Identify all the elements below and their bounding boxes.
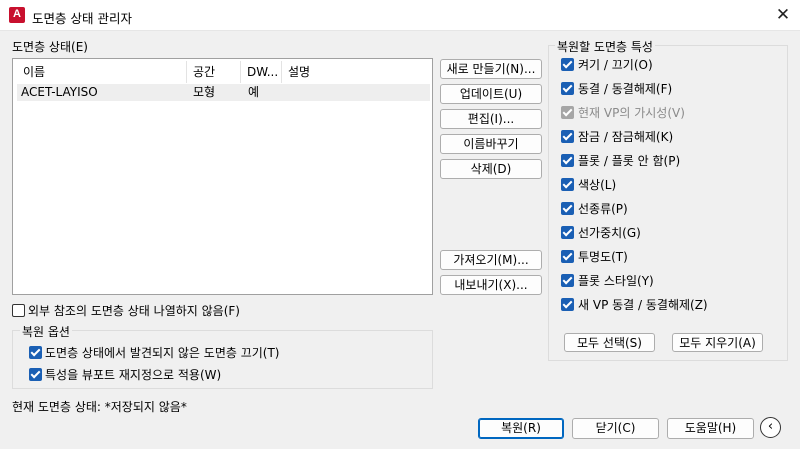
column-header-dw[interactable]: DW... — [241, 61, 282, 83]
prop-transparency[interactable]: 투명도(T) — [561, 248, 628, 266]
xref-checkbox[interactable]: 외부 참조의 도면층 상태 나열하지 않음(F) — [12, 303, 240, 319]
checkbox-checked[interactable] — [561, 274, 574, 287]
prop-plot[interactable]: 플롯 / 플롯 안 함(P) — [561, 152, 680, 170]
autocad-app-icon: A — [9, 7, 25, 23]
hide-missing-layers-checkbox[interactable]: 도면층 상태에서 발견되지 않은 도면층 끄기(T) — [29, 345, 280, 361]
rename-button[interactable]: 이름바꾸기 — [440, 134, 542, 154]
new-button[interactable]: 새로 만들기(N)... — [440, 59, 542, 79]
properties-legend: 복원할 도면층 특성 — [555, 38, 655, 55]
current-state-text: 현재 도면층 상태: *저장되지 않음* — [12, 400, 187, 414]
prop-new-vp-freeze[interactable]: 새 VP 동결 / 동결해제(Z) — [561, 296, 708, 314]
checkbox-checked[interactable] — [561, 298, 574, 311]
close-button[interactable]: 닫기(C) — [572, 418, 659, 439]
checkbox-checked[interactable] — [561, 250, 574, 263]
cell-name: ACET-LAYISO — [21, 85, 98, 99]
select-all-button[interactable]: 모두 선택(S) — [564, 333, 655, 352]
prop-lineweight-label: 선가중치(G) — [578, 226, 641, 240]
prop-plot-style-label: 플롯 스타일(Y) — [578, 274, 654, 288]
prop-linetype[interactable]: 선종류(P) — [561, 200, 628, 218]
checkbox-checked[interactable] — [29, 346, 42, 359]
layer-states-list[interactable]: 이름 공간 DW... 설명 ACET-LAYISO 모형 예 — [12, 58, 433, 295]
restore-button[interactable]: 복원(R) — [478, 418, 564, 439]
prop-lock-label: 잠금 / 잠금해제(K) — [578, 130, 674, 144]
prop-freeze[interactable]: 동결 / 동결해제(F) — [561, 80, 672, 98]
clear-all-button[interactable]: 모두 지우기(A) — [672, 333, 763, 352]
prop-vp-visibility: 현재 VP의 가시성(V) — [561, 104, 685, 122]
checkbox-checked[interactable] — [561, 58, 574, 71]
title-bar: A 도면층 상태 관리자 ✕ — [0, 0, 800, 31]
checkbox-checked[interactable] — [561, 154, 574, 167]
prop-color-label: 색상(L) — [578, 178, 617, 192]
prop-vp-visibility-label: 현재 VP의 가시성(V) — [578, 106, 685, 120]
checkbox-checked[interactable] — [29, 368, 42, 381]
prop-color[interactable]: 색상(L) — [561, 176, 616, 194]
table-row[interactable]: ACET-LAYISO 모형 예 — [17, 84, 430, 101]
prop-new-vp-freeze-label: 새 VP 동결 / 동결해제(Z) — [578, 298, 708, 312]
viewport-override-checkbox[interactable]: 특성을 뷰포트 재지정으로 적용(W) — [29, 367, 221, 383]
help-button[interactable]: 도움말(H) — [667, 418, 754, 439]
checkbox-checked[interactable] — [561, 202, 574, 215]
prop-transparency-label: 투명도(T) — [578, 250, 628, 264]
delete-button[interactable]: 삭제(D) — [440, 159, 542, 179]
prop-lineweight[interactable]: 선가중치(G) — [561, 224, 641, 242]
import-button[interactable]: 가져오기(M)... — [440, 250, 542, 270]
prop-on-off-label: 켜기 / 끄기(O) — [578, 58, 653, 72]
update-button[interactable]: 업데이트(U) — [440, 84, 542, 104]
close-icon[interactable]: ✕ — [772, 5, 794, 25]
checkbox-checked[interactable] — [561, 82, 574, 95]
checkbox-unchecked[interactable] — [12, 304, 25, 317]
viewport-override-label: 특성을 뷰포트 재지정으로 적용(W) — [45, 368, 222, 382]
checkbox-checked[interactable] — [561, 178, 574, 191]
export-button[interactable]: 내보내기(X)... — [440, 275, 542, 295]
hide-missing-layers-label: 도면층 상태에서 발견되지 않은 도면층 끄기(T) — [45, 346, 280, 360]
column-header-name[interactable]: 이름 — [17, 61, 187, 83]
checkbox-checked[interactable] — [561, 130, 574, 143]
prop-lock[interactable]: 잠금 / 잠금해제(K) — [561, 128, 673, 146]
prop-linetype-label: 선종류(P) — [578, 202, 628, 216]
prop-freeze-label: 동결 / 동결해제(F) — [578, 82, 673, 96]
column-header-description[interactable]: 설명 — [282, 61, 428, 83]
prop-on-off[interactable]: 켜기 / 끄기(O) — [561, 56, 653, 74]
chevron-left-icon[interactable]: ‹ — [760, 417, 781, 438]
edit-button[interactable]: 편집(I)... — [440, 109, 542, 129]
checkbox-disabled — [561, 106, 574, 119]
restore-options-legend: 복원 옵션 — [20, 323, 72, 340]
layer-states-label: 도면층 상태(E) — [12, 40, 88, 54]
checkbox-checked[interactable] — [561, 226, 574, 239]
column-header-space[interactable]: 공간 — [187, 61, 241, 83]
prop-plot-style[interactable]: 플롯 스타일(Y) — [561, 272, 654, 290]
cell-space: 모형 — [193, 85, 216, 99]
cell-dw: 예 — [248, 85, 260, 99]
xref-checkbox-label: 외부 참조의 도면층 상태 나열하지 않음(F) — [28, 304, 240, 318]
window-title: 도면층 상태 관리자 — [32, 11, 132, 26]
prop-plot-label: 플롯 / 플롯 안 함(P) — [578, 154, 681, 168]
